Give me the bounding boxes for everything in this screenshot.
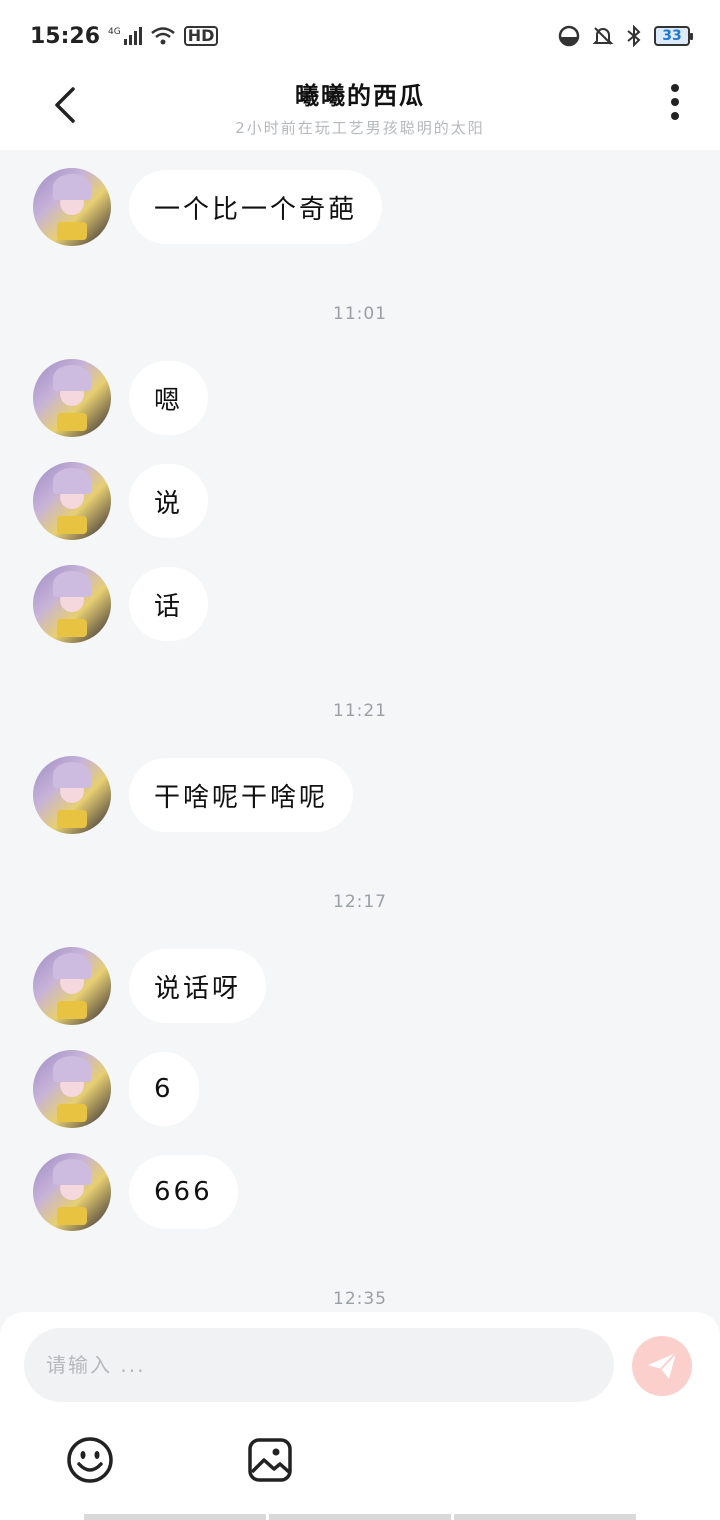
send-button[interactable] [632,1336,692,1396]
send-icon [648,1352,677,1379]
message-input[interactable] [24,1328,614,1402]
avatar[interactable] [33,947,111,1025]
timestamp: 11:01 [333,304,387,324]
network-type: 4G [108,27,121,37]
message-row: 6 [33,1050,199,1128]
more-icon-dot [671,98,679,106]
wifi-icon [150,27,175,45]
image-icon [248,1438,292,1482]
message-bubble[interactable]: 干啥呢干啥呢 [129,758,354,832]
avatar[interactable] [33,565,111,643]
page-title: 曦曦的西瓜 [295,82,425,110]
avatar[interactable] [33,359,111,437]
message-bubble[interactable]: 666 [129,1155,238,1229]
message-row: 说话呀 [33,947,267,1025]
avatar[interactable] [33,1153,111,1231]
more-button[interactable] [660,82,690,122]
message-list[interactable]: 一个比一个奇葩 11:01 嗯 说 话 11:21 干啥呢干啥呢 12:17 说… [0,150,720,1312]
input-panel [0,1312,720,1520]
emoji-button[interactable] [66,1436,114,1484]
status-bar: 15:26 4G HD 33 [0,0,720,72]
more-icon-dot [671,112,679,120]
bluetooth-icon [627,25,641,47]
message-row: 666 [33,1153,238,1231]
message-bubble[interactable]: 一个比一个奇葩 [129,170,383,244]
home-indicator [84,1514,636,1520]
timestamp: 12:17 [333,892,387,912]
avatar[interactable] [33,168,111,246]
battery-icon: 33 [654,26,693,46]
timestamp: 12:35 [333,1289,387,1309]
mute-icon [592,27,614,45]
title-wrap: 曦曦的西瓜 2小时前在玩工艺男孩聪明的太阳 [150,76,570,138]
status-time: 15:26 [30,23,101,49]
message-row: 一个比一个奇葩 [33,168,383,246]
message-bubble[interactable]: 6 [129,1052,199,1126]
status-left: 15:26 4G HD [30,23,219,49]
message-bubble[interactable]: 说 [129,464,209,538]
avatar[interactable] [33,462,111,540]
message-row: 嗯 [33,359,209,437]
avatar[interactable] [33,756,111,834]
signal-icon: 4G [108,27,142,45]
message-row: 干啥呢干啥呢 [33,756,354,834]
data-saver-icon [558,25,580,47]
timestamp: 11:21 [333,701,387,721]
avatar[interactable] [33,1050,111,1128]
image-button[interactable] [246,1436,294,1484]
page-subtitle: 2小时前在玩工艺男孩聪明的太阳 [235,119,485,137]
back-button[interactable] [40,80,90,130]
message-row: 说 [33,462,209,540]
message-bubble[interactable]: 嗯 [129,361,209,435]
more-icon-dot [671,84,679,92]
status-right: 33 [558,25,693,47]
back-icon [55,87,75,123]
message-row: 话 [33,565,209,643]
message-bubble[interactable]: 说话呀 [129,949,267,1023]
message-bubble[interactable]: 话 [129,567,209,641]
chat-header: 曦曦的西瓜 2小时前在玩工艺男孩聪明的太阳 [0,72,720,150]
emoji-icon [67,1437,113,1483]
hd-icon: HD [183,26,219,46]
